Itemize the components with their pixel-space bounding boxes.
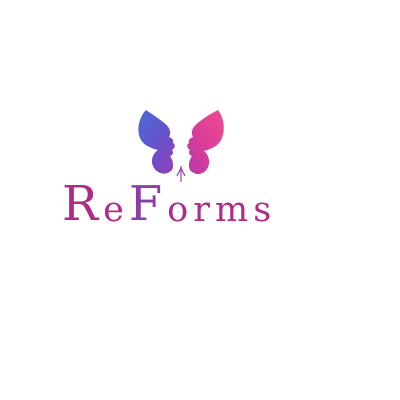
wordmark-letter: m — [214, 190, 254, 230]
wordmark-letter: F — [128, 176, 168, 232]
left-wing-shape — [138, 110, 175, 174]
wordmark-letter: R — [62, 176, 104, 232]
wordmark-letter: e — [103, 190, 129, 230]
wordmark-letter: o — [167, 190, 194, 230]
reforms-logo: R e F o r m s — [0, 0, 400, 400]
wordmark-letter: s — [253, 190, 277, 230]
brand-wordmark: R e F o r m s — [62, 168, 312, 228]
right-wing-shape — [187, 110, 224, 175]
wordmark-letter: r — [193, 190, 215, 230]
